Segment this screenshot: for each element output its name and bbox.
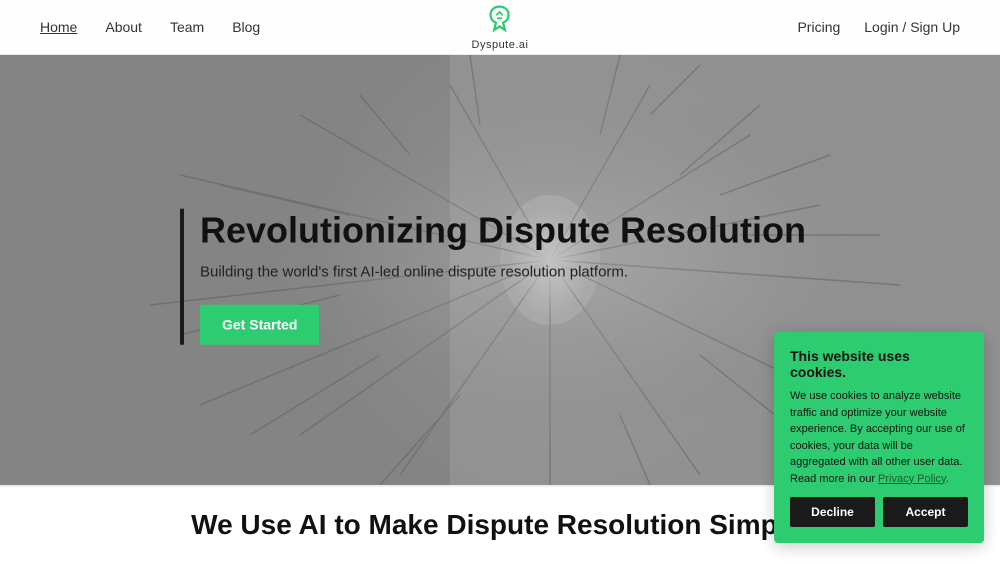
hero-content: Revolutionizing Dispute Resolution Build… [180, 209, 806, 345]
cookie-body: We use cookies to analyze website traffi… [790, 388, 968, 487]
logo-text: Dyspute.ai [472, 39, 529, 51]
nav-link-about[interactable]: About [105, 19, 142, 35]
nav-link-home[interactable]: Home [40, 19, 77, 35]
nav-link-pricing[interactable]: Pricing [797, 19, 840, 35]
decline-button[interactable]: Decline [790, 497, 875, 527]
nav-link-blog[interactable]: Blog [232, 19, 260, 35]
cookie-buttons: Decline Accept [790, 497, 968, 527]
accept-button[interactable]: Accept [883, 497, 968, 527]
bottom-title: We Use AI to Make Dispute Resolution Sim… [191, 509, 809, 541]
nav-left: Home About Team Blog [40, 19, 260, 35]
nav-right: Pricing Login / Sign Up [797, 19, 960, 35]
nav-link-login[interactable]: Login / Sign Up [864, 19, 960, 35]
cookie-title: This website uses cookies. [790, 348, 968, 380]
logo[interactable]: Dyspute.ai [472, 3, 529, 51]
privacy-policy-link[interactable]: Privacy Policy [878, 473, 946, 485]
hero-subtitle: Building the world's first AI-led online… [200, 264, 640, 281]
navbar: Home About Team Blog Dyspute.ai Pricing … [0, 0, 1000, 55]
cookie-banner: This website uses cookies. We use cookie… [774, 332, 984, 543]
nav-link-team[interactable]: Team [170, 19, 204, 35]
hero-title: Revolutionizing Dispute Resolution [200, 209, 806, 252]
logo-icon [482, 3, 518, 39]
get-started-button[interactable]: Get Started [200, 305, 319, 345]
